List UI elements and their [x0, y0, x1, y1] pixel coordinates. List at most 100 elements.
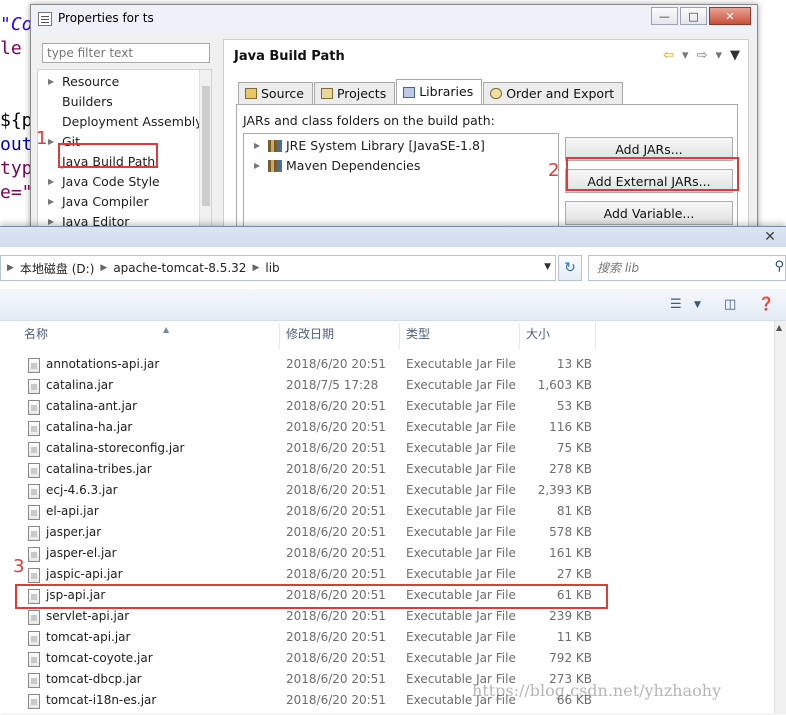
breadcrumb-drive[interactable]: 本地磁盘 (D:) [20, 260, 94, 277]
view-menu-icon[interactable]: ▼ [730, 48, 740, 63]
scrollbar-thumb[interactable] [202, 86, 210, 206]
expand-arrow-icon[interactable]: ▶ [48, 132, 54, 152]
tab-source[interactable]: Source [238, 82, 313, 104]
minimize-icon[interactable]: — [651, 7, 678, 25]
maximize-icon[interactable]: □ [680, 7, 707, 25]
add-variable-button[interactable]: Add Variable... [565, 201, 733, 225]
file-date: 2018/6/20 20:51 [286, 672, 386, 686]
table-row[interactable]: ecj-4.6.3.jar 2018/6/20 20:51 Executable J… [0, 481, 774, 502]
back-menu-icon[interactable]: ▾ [682, 48, 689, 63]
tree-item-git[interactable]: ▶ Git [48, 132, 80, 152]
tree-item-builders[interactable]: Builders [62, 92, 113, 112]
library-label: Maven Dependencies [286, 158, 421, 173]
library-maven[interactable]: ▶ Maven Dependencies [254, 158, 421, 173]
scroll-up-icon[interactable]: ▲ [776, 323, 782, 332]
column-name[interactable]: ▲ 名称 [18, 323, 280, 349]
table-row[interactable]: tomcat-api.jar 2018/6/20 20:51 Executable … [0, 628, 774, 649]
jar-file-icon [28, 610, 40, 625]
library-icon [268, 159, 282, 172]
file-date: 2018/6/20 20:51 [286, 399, 386, 413]
column-type[interactable]: 类型 [400, 323, 520, 349]
table-row[interactable]: jsp-api.jar 2018/6/20 20:51 Executable Jar… [0, 586, 774, 607]
file-name: catalina-storeconfig.jar [46, 441, 185, 455]
view-dropdown-icon[interactable]: ▼ [694, 300, 701, 310]
view-options-icon[interactable]: ☰ [670, 297, 682, 312]
tree-item-java-compiler[interactable]: ▶ Java Compiler [48, 192, 149, 212]
tree-item-java-build-path[interactable]: Java Build Path [62, 152, 155, 172]
table-row[interactable]: jaspic-api.jar 2018/6/20 20:51 Executable … [0, 565, 774, 586]
expand-arrow-icon[interactable]: ▶ [48, 172, 54, 192]
table-row[interactable]: el-api.jar 2018/6/20 20:51 Executable Jar … [0, 502, 774, 523]
file-date: 2018/6/20 20:51 [286, 609, 386, 623]
table-row[interactable]: catalina-tribes.jar 2018/6/20 20:51 Execut… [0, 460, 774, 481]
column-date[interactable]: 修改日期 [280, 323, 400, 349]
file-date: 2018/6/20 20:51 [286, 462, 386, 476]
tree-scrollbar[interactable] [199, 70, 211, 230]
close-icon[interactable]: ✕ [709, 7, 751, 25]
add-jars-button[interactable]: Add JARs... [565, 137, 733, 161]
column-size[interactable]: 大小 [520, 323, 596, 349]
file-name: tomcat-api.jar [46, 630, 131, 644]
file-size: 278 KB [549, 462, 592, 476]
help-icon[interactable]: ❓ [758, 297, 774, 312]
table-row[interactable]: annotations-api.jar 2018/6/20 20:51 Execut… [0, 355, 774, 376]
tree-item-resource[interactable]: ▶ Resource [48, 72, 119, 92]
add-external-jars-button[interactable]: Add External JARs... [565, 169, 733, 193]
file-date: 2018/6/20 20:51 [286, 483, 386, 497]
search-input[interactable] [588, 255, 786, 281]
file-type: Executable Jar File [406, 609, 516, 623]
forward-arrow-icon[interactable]: ⇨ [697, 48, 708, 63]
breadcrumb-current[interactable]: lib [265, 261, 279, 275]
back-arrow-icon[interactable]: ⇦ [663, 48, 674, 63]
jar-file-icon [28, 631, 40, 646]
address-bar[interactable]: ▶ 本地磁盘 (D:) ▶ apache-tomcat-8.5.32 ▶ lib… [0, 255, 556, 281]
breadcrumb-arrow-icon[interactable]: ▶ [252, 263, 259, 273]
jar-file-icon [28, 568, 40, 583]
tree-item-label: Deployment Assembly [62, 114, 203, 129]
build-path-tabs: Source Projects Libraries Order and Expo… [238, 79, 624, 104]
table-row[interactable]: tomcat-coyote.jar 2018/6/20 20:51 Executab… [0, 649, 774, 670]
table-row[interactable]: jasper.jar 2018/6/20 20:51 Executable Jar … [0, 523, 774, 544]
table-row[interactable]: servlet-api.jar 2018/6/20 20:51 Executable… [0, 607, 774, 628]
tree-item-java-code-style[interactable]: ▶ Java Code Style [48, 172, 160, 192]
close-icon[interactable]: ✕ [762, 229, 778, 245]
tree-item-label: Builders [62, 94, 113, 109]
dialog-titlebar[interactable]: Properties for ts — □ ✕ [31, 5, 757, 33]
file-size: 27 KB [556, 567, 592, 581]
property-tree: ▶ Resource Builders Deployment Assembly ▶… [37, 69, 212, 231]
table-row[interactable]: catalina-ant.jar 2018/6/20 20:51 Executabl… [0, 397, 774, 418]
explorer-titlebar[interactable]: ✕ [0, 227, 786, 247]
table-row[interactable]: jasper-el.jar 2018/6/20 20:51 Executable J… [0, 544, 774, 565]
filter-input[interactable] [42, 43, 210, 63]
table-row[interactable]: catalina-storeconfig.jar 2018/6/20 20:51 E… [0, 439, 774, 460]
tab-libraries[interactable]: Libraries [396, 79, 483, 104]
file-size: 116 KB [549, 420, 592, 434]
search-icon[interactable]: ⚲ [774, 259, 784, 274]
refresh-icon[interactable]: ↻ [558, 255, 582, 281]
tab-projects[interactable]: Projects [313, 82, 396, 104]
file-type: Executable Jar File [406, 504, 516, 518]
expand-arrow-icon[interactable]: ▶ [48, 72, 54, 92]
expand-arrow-icon[interactable]: ▶ [48, 192, 54, 212]
breadcrumb-arrow-icon[interactable]: ▶ [7, 263, 14, 273]
code-line: out [0, 134, 33, 155]
forward-menu-icon[interactable]: ▾ [715, 48, 722, 63]
file-date: 2018/6/20 20:51 [286, 630, 386, 644]
jar-file-icon [28, 694, 40, 709]
tree-item-deployment-assembly[interactable]: Deployment Assembly [62, 112, 203, 132]
file-date: 2018/6/20 20:51 [286, 693, 386, 707]
file-type: Executable Jar File [406, 399, 516, 413]
library-jre[interactable]: ▶ JRE System Library [JavaSE-1.8] [254, 138, 485, 153]
expand-arrow-icon[interactable]: ▶ [254, 161, 260, 170]
tab-order-and-export[interactable]: Order and Export [483, 82, 624, 104]
table-row[interactable]: catalina.jar 2018/7/5 17:28 Executable Jar… [0, 376, 774, 397]
step-number-1: 1 [36, 128, 48, 149]
expand-arrow-icon[interactable]: ▶ [254, 141, 260, 150]
breadcrumb-arrow-icon[interactable]: ▶ [100, 263, 107, 273]
sort-arrow-icon: ▲ [163, 325, 170, 334]
table-row[interactable]: catalina-ha.jar 2018/6/20 20:51 Executable… [0, 418, 774, 439]
address-dropdown-icon[interactable]: ▼ [544, 262, 551, 272]
breadcrumb-folder[interactable]: apache-tomcat-8.5.32 [113, 261, 246, 275]
file-list-scrollbar[interactable]: ▲ [774, 321, 786, 714]
preview-pane-icon[interactable]: ◫ [724, 297, 736, 312]
